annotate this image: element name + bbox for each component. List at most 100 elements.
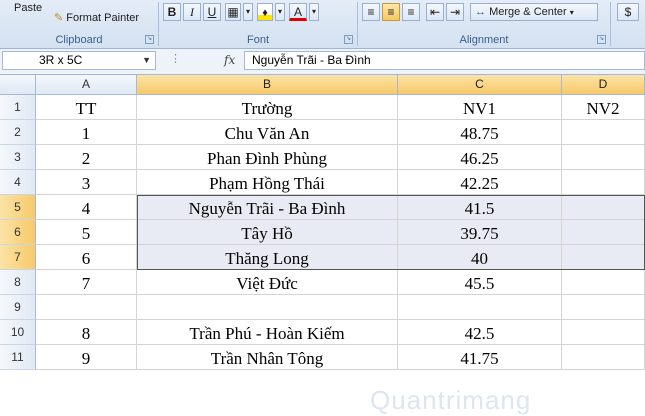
- cell-b6[interactable]: Tây Hồ: [137, 220, 398, 245]
- cell-c6[interactable]: 39.75: [398, 220, 562, 245]
- cell-c1[interactable]: NV1: [398, 95, 562, 120]
- cell-b5[interactable]: Nguyễn Trãi - Ba Đình: [137, 195, 398, 220]
- cell-a8[interactable]: 7: [36, 270, 137, 295]
- cell-b8[interactable]: Việt Đức: [137, 270, 398, 295]
- row-header[interactable]: 10: [0, 320, 36, 345]
- merge-dropdown-icon: ▾: [569, 8, 574, 17]
- cell-b7[interactable]: Thăng Long: [137, 245, 398, 270]
- cell-b11[interactable]: Trần Nhân Tông: [137, 345, 398, 370]
- bold-button[interactable]: B: [163, 3, 181, 21]
- align-right-button[interactable]: ≡: [402, 3, 420, 21]
- cell-d2[interactable]: [562, 120, 645, 145]
- format-painter-icon: ✎: [54, 12, 64, 24]
- cell-d3[interactable]: [562, 145, 645, 170]
- name-box[interactable]: 3R x 5C ▼: [2, 51, 156, 70]
- cell-b4[interactable]: Phạm Hồng Thái: [137, 170, 398, 195]
- clipboard-launcher-icon[interactable]: ↘: [145, 35, 154, 44]
- cell-a1[interactable]: TT: [36, 95, 137, 120]
- borders-dropdown-icon[interactable]: ▾: [243, 3, 253, 21]
- fill-color-button[interactable]: ♦: [257, 3, 273, 21]
- currency-button[interactable]: $: [617, 3, 639, 21]
- format-painter-button[interactable]: ✎ Format Painter: [54, 11, 139, 24]
- clipboard-group-label: Clipboard: [55, 34, 103, 46]
- cell-a3[interactable]: 2: [36, 145, 137, 170]
- align-left-button[interactable]: ≡: [362, 3, 380, 21]
- increase-indent-button[interactable]: ⇥: [446, 3, 464, 21]
- cell-d11[interactable]: [562, 345, 645, 370]
- borders-button[interactable]: ▦: [225, 3, 241, 21]
- cell-c8[interactable]: 45.5: [398, 270, 562, 295]
- italic-button[interactable]: I: [183, 3, 201, 21]
- cell-d4[interactable]: [562, 170, 645, 195]
- alignment-launcher-icon[interactable]: ↘: [597, 35, 606, 44]
- row-header[interactable]: 11: [0, 345, 36, 370]
- cell-b2[interactable]: Chu Văn An: [137, 120, 398, 145]
- cell-a10[interactable]: 8: [36, 320, 137, 345]
- cell-d10[interactable]: [562, 320, 645, 345]
- merge-center-button[interactable]: ↔ Merge & Center ▾: [470, 3, 598, 21]
- cell-b10[interactable]: Trần Phú - Hoàn Kiếm: [137, 320, 398, 345]
- font-group: B I U ▦ ▾ ♦ ▾ A ▾ Font ↘: [159, 0, 357, 48]
- font-color-button[interactable]: A: [289, 3, 307, 21]
- cell-d1[interactable]: NV2: [562, 95, 645, 120]
- column-header-d[interactable]: D: [562, 75, 645, 95]
- cell-a5[interactable]: 4: [36, 195, 137, 220]
- cell-b9[interactable]: [137, 295, 398, 320]
- underline-button[interactable]: U: [203, 3, 221, 21]
- insert-function-icon[interactable]: fx: [224, 53, 235, 67]
- clipboard-group: Paste ✎ Format Painter Clipboard ↘: [0, 0, 158, 48]
- cell-c2[interactable]: 48.75: [398, 120, 562, 145]
- paste-button[interactable]: Paste: [14, 2, 42, 14]
- cell-c10[interactable]: 42.5: [398, 320, 562, 345]
- cell-a9[interactable]: [36, 295, 137, 320]
- column-header-b[interactable]: B: [137, 75, 398, 95]
- cell-c7[interactable]: 40: [398, 245, 562, 270]
- cell-a4[interactable]: 3: [36, 170, 137, 195]
- row-header[interactable]: 4: [0, 170, 36, 195]
- cell-b3[interactable]: Phan Đình Phùng: [137, 145, 398, 170]
- alignment-group-label: Alignment: [459, 34, 509, 46]
- cell-c11[interactable]: 41.75: [398, 345, 562, 370]
- cell-a6[interactable]: 5: [36, 220, 137, 245]
- align-right-icon: ≡: [407, 5, 415, 19]
- row-header[interactable]: 7: [0, 245, 36, 270]
- cell-b1[interactable]: Trường: [137, 95, 398, 120]
- select-all-corner[interactable]: [0, 75, 36, 95]
- align-center-button[interactable]: ≡: [382, 3, 400, 21]
- increase-indent-icon: ⇥: [449, 5, 461, 19]
- cell-a11[interactable]: 9: [36, 345, 137, 370]
- row-header[interactable]: 9: [0, 295, 36, 320]
- column-header-a[interactable]: A: [36, 75, 137, 95]
- cell-d8[interactable]: [562, 270, 645, 295]
- row-header[interactable]: 5: [0, 195, 36, 220]
- cell-d6[interactable]: [562, 220, 645, 245]
- formula-input[interactable]: Nguyễn Trãi - Ba Đình: [244, 51, 645, 70]
- cell-c5[interactable]: 41.5: [398, 195, 562, 220]
- alignment-group: ≡ ≡ ≡ ⇤ ⇥ ↔ Merge & Center ▾ Alignment ↘: [358, 0, 610, 48]
- column-header-c[interactable]: C: [398, 75, 562, 95]
- name-box-dropdown-icon[interactable]: ▼: [142, 52, 151, 69]
- cell-d9[interactable]: [562, 295, 645, 320]
- decrease-indent-button[interactable]: ⇤: [426, 3, 444, 21]
- font-launcher-icon[interactable]: ↘: [344, 35, 353, 44]
- row-header[interactable]: 2: [0, 120, 36, 145]
- cell-d7[interactable]: [562, 245, 645, 270]
- row-header[interactable]: 8: [0, 270, 36, 295]
- row-header[interactable]: 6: [0, 220, 36, 245]
- name-box-value: 3R x 5C: [39, 53, 83, 67]
- ribbon: Paste ✎ Format Painter Clipboard ↘ B I U…: [0, 0, 645, 49]
- cell-c9[interactable]: [398, 295, 562, 320]
- cell-a7[interactable]: 6: [36, 245, 137, 270]
- cell-a2[interactable]: 1: [36, 120, 137, 145]
- spreadsheet-grid: ABCD 1 TT Trường NV1 NV2 2 1 Chu Văn An 48.75 3 2 P…: [0, 75, 645, 415]
- row-header[interactable]: 1: [0, 95, 36, 120]
- cell-c3[interactable]: 46.25: [398, 145, 562, 170]
- align-center-icon: ≡: [387, 5, 395, 19]
- fill-color-dropdown-icon[interactable]: ▾: [275, 3, 285, 21]
- cell-d5[interactable]: [562, 195, 645, 220]
- merge-center-icon: ↔: [475, 6, 486, 18]
- font-color-dropdown-icon[interactable]: ▾: [309, 3, 319, 21]
- align-left-icon: ≡: [367, 5, 375, 19]
- cell-c4[interactable]: 42.25: [398, 170, 562, 195]
- row-header[interactable]: 3: [0, 145, 36, 170]
